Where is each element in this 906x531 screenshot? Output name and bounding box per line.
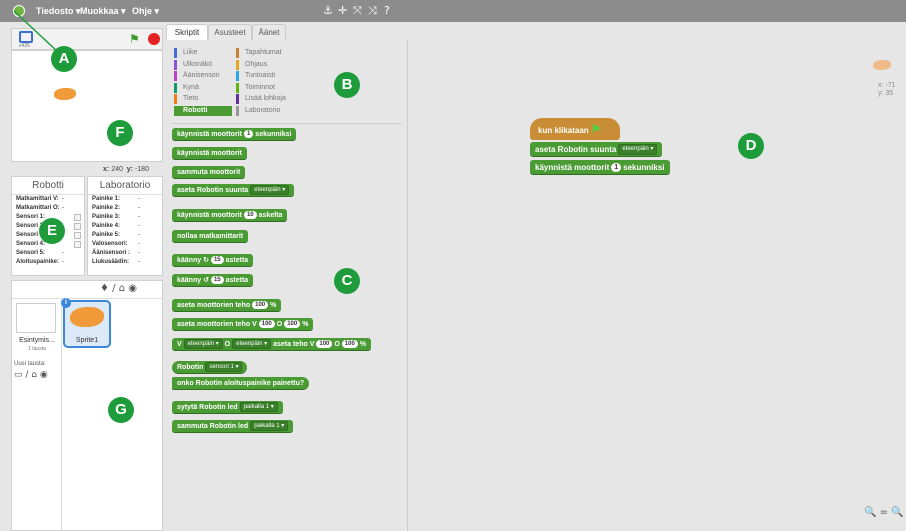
callout-d: D <box>738 133 764 159</box>
callout-e: E <box>39 218 65 244</box>
callout-g: G <box>108 397 134 423</box>
callout-f: F <box>107 120 133 146</box>
callout-a: A <box>51 46 77 72</box>
callout-b: B <box>334 72 360 98</box>
scratch-editor: Tiedosto ▾ Muokkaa ▾ Ohje ▾ ⚓ ✛ ⤧ ⤨ ? v4… <box>0 0 906 531</box>
callout-lines <box>13 10 59 53</box>
callout-c: C <box>334 268 360 294</box>
